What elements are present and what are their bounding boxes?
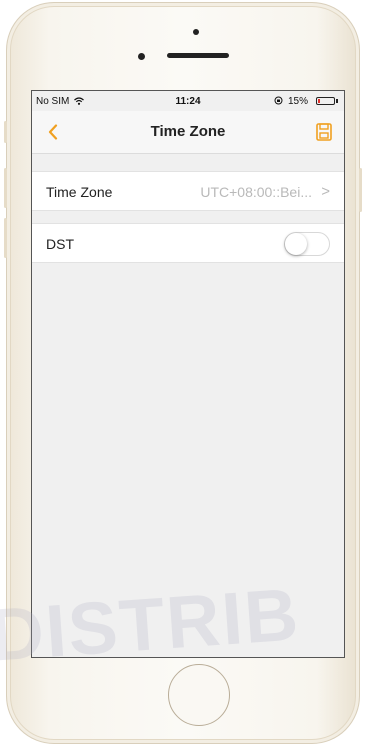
dst-label: DST — [46, 236, 74, 252]
battery-percent: 15% — [287, 96, 308, 107]
chevron-right-icon: > — [321, 183, 330, 200]
battery-tip — [336, 99, 338, 103]
dst-row: DST — [32, 223, 344, 263]
navigation-bar: Time Zone — [32, 111, 344, 154]
power-button — [359, 168, 362, 212]
rotation-lock-icon — [274, 96, 283, 105]
home-button[interactable] — [168, 664, 230, 726]
page-title: Time Zone — [150, 123, 226, 140]
volume-up-button — [4, 168, 7, 208]
toggle-knob — [285, 233, 307, 255]
dst-toggle[interactable] — [284, 232, 330, 256]
front-camera — [138, 53, 145, 60]
save-button[interactable] — [312, 120, 336, 144]
status-bar: No SIM 11:24 15% — [32, 91, 344, 111]
battery-fill — [318, 99, 320, 103]
save-icon — [316, 123, 332, 141]
volume-down-button — [4, 218, 7, 258]
proximity-sensor — [193, 29, 199, 35]
time-zone-row[interactable]: Time Zone UTC+08:00::Bei... > — [32, 171, 344, 211]
mute-switch — [4, 121, 7, 143]
time-zone-label: Time Zone — [46, 184, 113, 200]
battery-icon — [316, 97, 335, 105]
battery-status: 15% — [274, 96, 308, 107]
time-zone-value: UTC+08:00::Bei... — [200, 184, 312, 200]
app-screen: No SIM 11:24 15% Time Zone Time Zone UTC… — [31, 90, 345, 658]
earpiece-speaker — [167, 53, 229, 58]
